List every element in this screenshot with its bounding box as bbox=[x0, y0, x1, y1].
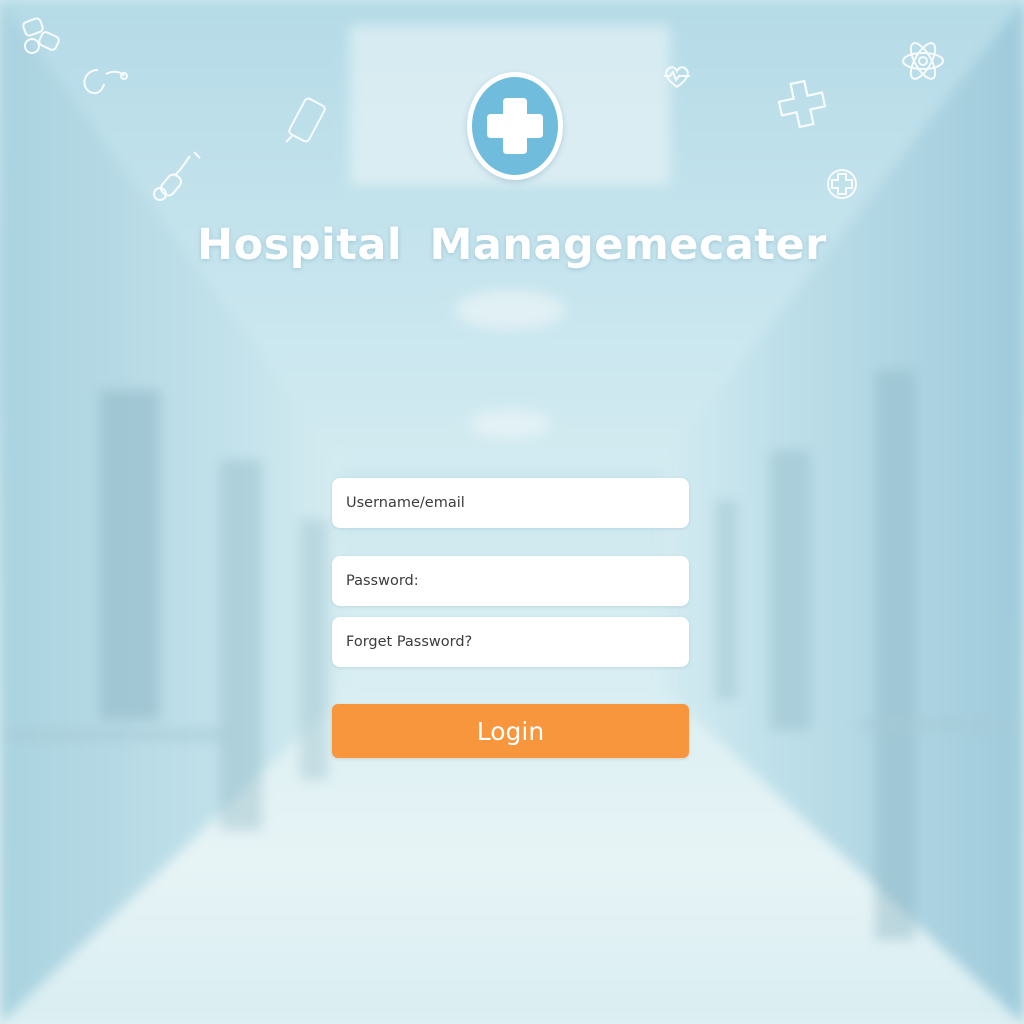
pills-icon bbox=[18, 14, 66, 58]
medical-cross-icon bbox=[487, 98, 543, 154]
heart-icon bbox=[662, 62, 692, 92]
password-input[interactable] bbox=[346, 573, 675, 589]
username-input[interactable] bbox=[346, 495, 675, 511]
syringe-icon bbox=[150, 146, 204, 204]
forgot-password-link[interactable]: Forget Password? bbox=[332, 617, 689, 667]
login-screen: Hospital Managemecater Forget Password? … bbox=[0, 0, 1024, 1024]
login-button[interactable]: Login bbox=[332, 704, 689, 758]
password-field[interactable] bbox=[332, 556, 689, 606]
phone-icon bbox=[282, 96, 334, 152]
cross-outline-icon bbox=[824, 166, 860, 202]
stethoscope-icon bbox=[78, 64, 128, 98]
plus-outline-icon bbox=[776, 78, 828, 130]
page-title: Hospital Managemecater bbox=[197, 220, 827, 270]
username-field[interactable] bbox=[332, 478, 689, 528]
atom-icon bbox=[900, 38, 946, 84]
logo bbox=[467, 72, 563, 180]
